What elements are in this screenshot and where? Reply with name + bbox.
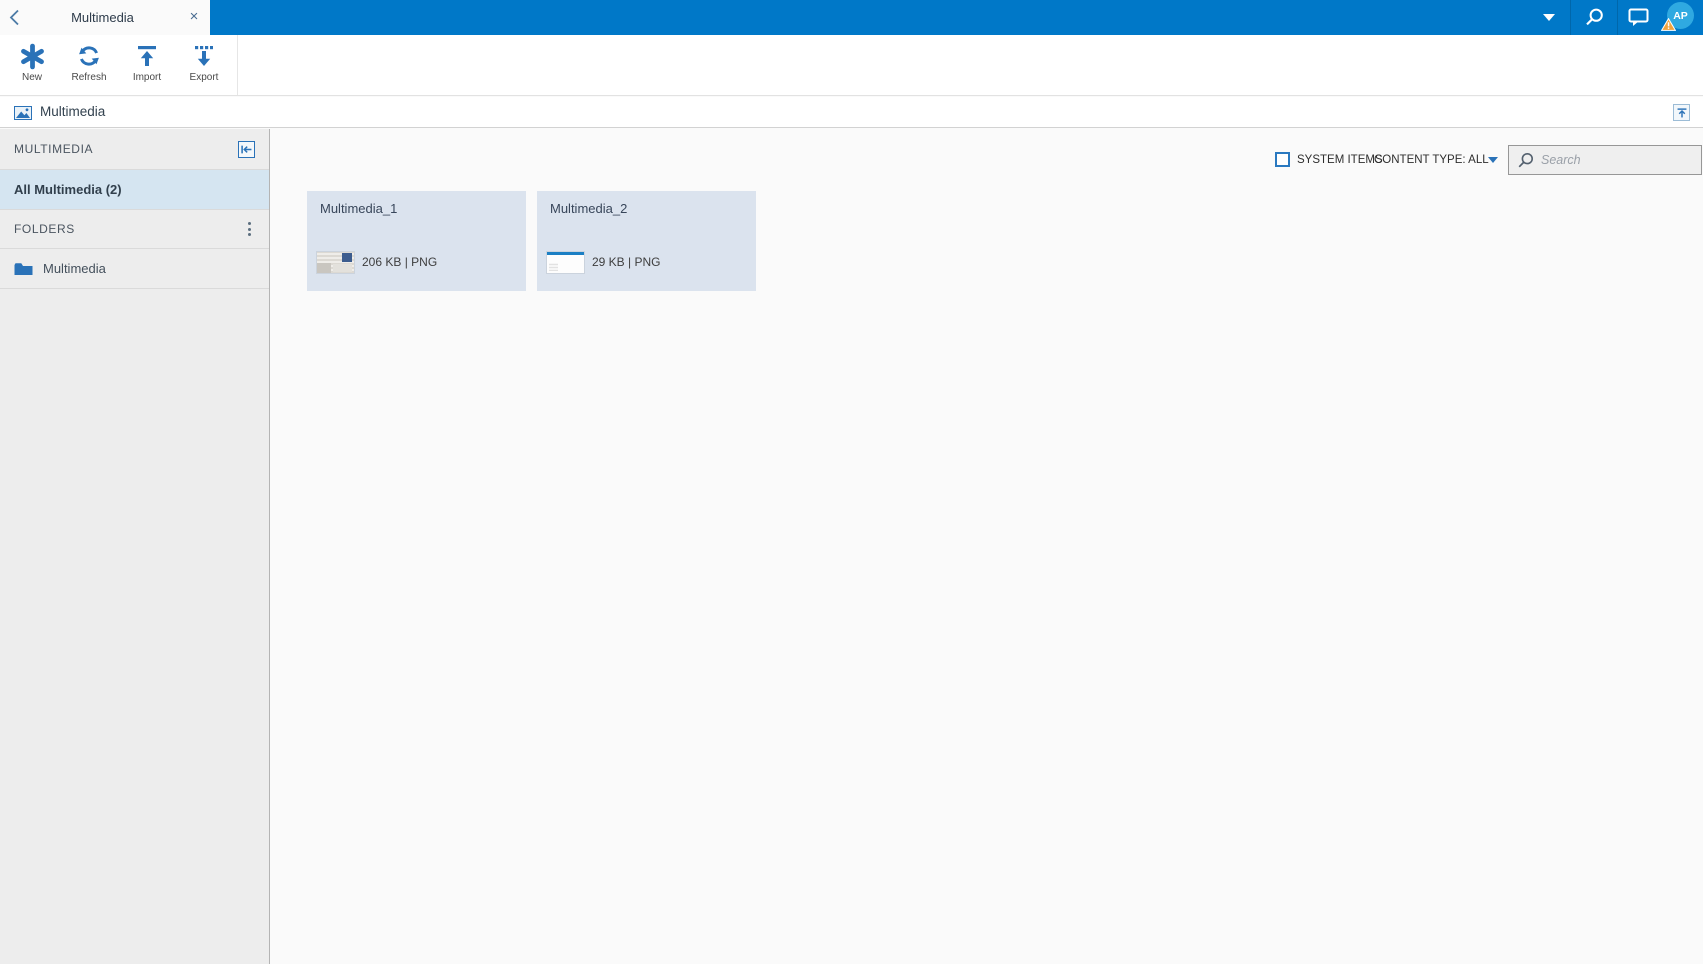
search-icon: [1518, 152, 1534, 167]
content-type-caret-icon[interactable]: [1488, 157, 1498, 163]
new-button-label: New: [21, 72, 42, 83]
asset-meta: 206 KB | PNG: [362, 255, 438, 269]
refresh-button-label: Refresh: [71, 72, 107, 83]
collapse-ribbon-icon[interactable]: [1673, 104, 1690, 121]
back-icon[interactable]: [9, 9, 21, 26]
sidebar-section-title-text: MULTIMEDIA: [14, 142, 94, 156]
tab-title: Multimedia: [71, 10, 134, 25]
asterisk-icon: [3, 40, 61, 72]
sidebar-item-label: All Multimedia (2): [14, 182, 122, 197]
export-down-arrow-icon: [175, 40, 233, 72]
topbar: Multimedia × AP: [0, 0, 1703, 35]
refresh-button[interactable]: Refresh: [60, 40, 118, 92]
toolbar: New Refresh Import Export: [0, 35, 1703, 96]
sidebar: MULTIMEDIA All Multimedia (2) FOLDERS Mu…: [0, 129, 270, 964]
sidebar-folders-header: FOLDERS: [0, 210, 269, 249]
system-items-checkbox[interactable]: [1275, 152, 1290, 167]
topbar-divider: [1617, 0, 1618, 35]
sidebar-item-multimedia-folder[interactable]: Multimedia: [0, 249, 269, 289]
refresh-icon: [60, 40, 118, 72]
warning-badge-icon: [1660, 17, 1677, 36]
search-box: [1508, 145, 1702, 175]
topbar-search-icon[interactable]: [1584, 7, 1605, 33]
kebab-menu-icon[interactable]: [243, 221, 255, 237]
breadcrumb-bar: Multimedia: [0, 97, 1703, 128]
content-type-dropdown[interactable]: CONTENT TYPE: ALL: [1374, 153, 1489, 168]
new-button[interactable]: New: [3, 40, 61, 92]
tab-close-icon[interactable]: ×: [183, 0, 205, 35]
toolbar-divider: [237, 35, 238, 95]
active-tab[interactable]: Multimedia ×: [0, 0, 210, 35]
folder-item-label: Multimedia: [43, 261, 106, 276]
chat-bubble-icon[interactable]: [1628, 8, 1649, 32]
topbar-chevron-down-icon[interactable]: [1543, 14, 1555, 21]
image-icon: [14, 106, 32, 125]
asset-title: Multimedia_2: [550, 201, 628, 216]
asset-thumbnail: [317, 251, 354, 273]
page-title: Multimedia: [40, 104, 106, 119]
sidebar-section-title: MULTIMEDIA: [0, 129, 269, 170]
folders-header-text: FOLDERS: [14, 222, 75, 236]
asset-meta: 29 KB | PNG: [592, 255, 661, 269]
import-up-arrow-icon: [118, 40, 176, 72]
import-button[interactable]: Import: [118, 40, 176, 92]
collapse-panel-icon[interactable]: [238, 140, 255, 158]
import-button-label: Import: [132, 72, 162, 83]
asset-card-multimedia-2[interactable]: Multimedia_2 29 KB | PNG: [537, 191, 756, 291]
topbar-divider: [1570, 0, 1571, 35]
sidebar-item-all-multimedia[interactable]: All Multimedia (2): [0, 170, 269, 210]
asset-title: Multimedia_1: [320, 201, 398, 216]
folder-icon: [14, 262, 33, 276]
asset-thumbnail: [547, 251, 584, 273]
search-input[interactable]: [1541, 153, 1693, 167]
asset-card-multimedia-1[interactable]: Multimedia_1 206 KB | PNG: [307, 191, 526, 291]
export-button-label: Export: [189, 72, 219, 83]
system-items-label: SYSTEM ITEMS: [1297, 154, 1383, 166]
export-button[interactable]: Export: [175, 40, 233, 92]
